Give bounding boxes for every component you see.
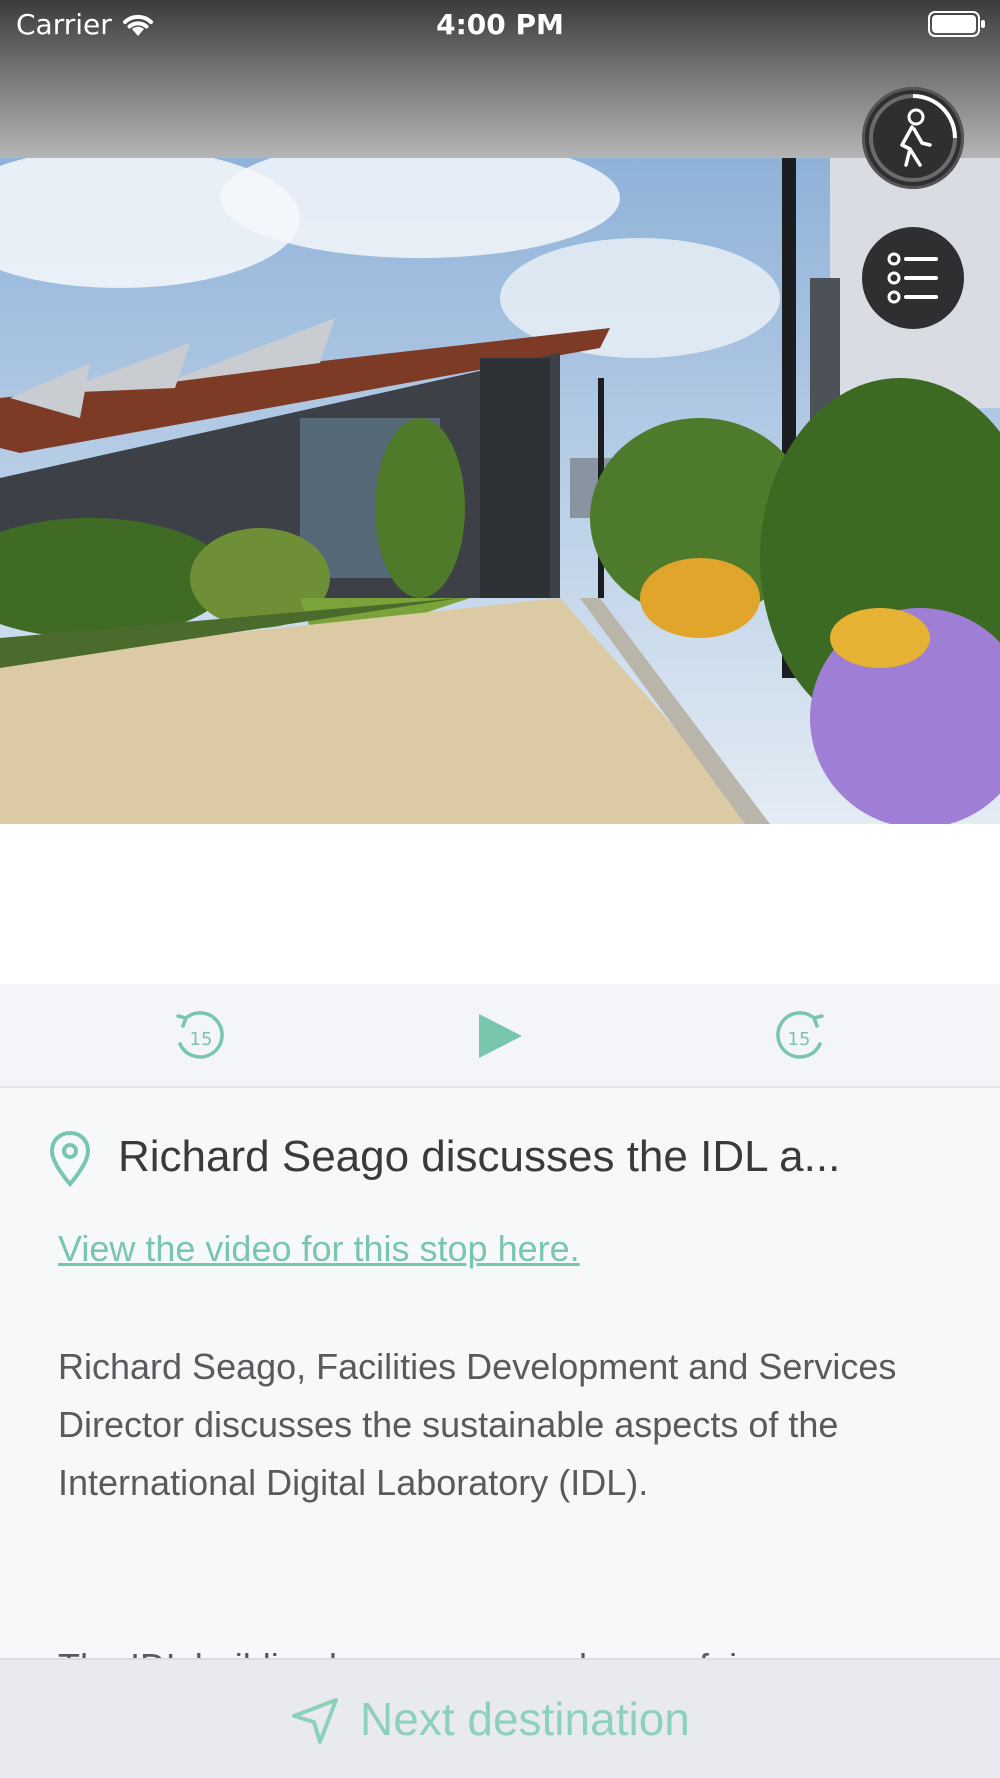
walking-tour-button[interactable]	[862, 87, 964, 189]
forward-seconds: 15	[788, 1029, 811, 1050]
forward-icon: 15	[776, 1011, 824, 1059]
clock: 4:00 PM	[436, 8, 564, 41]
play-icon	[479, 1014, 522, 1058]
walking-person-icon	[869, 94, 957, 182]
building-photo-illustration	[0, 158, 1000, 824]
forward-15-button[interactable]: 15	[770, 1006, 830, 1066]
next-destination-button[interactable]: Next destination	[0, 1658, 1000, 1778]
rewind-seconds: 15	[190, 1029, 213, 1050]
stop-description-continued: The IDL building has a green sedum roof,…	[58, 1638, 938, 1658]
building-photo	[0, 158, 1000, 824]
stop-details: Richard Seago discusses the IDL a... Vie…	[0, 1088, 1000, 1658]
next-destination-label: Next destination	[360, 1693, 690, 1745]
stop-title: Richard Seago discusses the IDL a...	[118, 1132, 841, 1181]
media-spacer	[0, 824, 1000, 984]
navigation-arrow-icon	[292, 1698, 338, 1744]
battery-icon	[928, 11, 985, 37]
audio-controls: 15 15	[0, 984, 1000, 1088]
stops-list-button[interactable]	[862, 227, 964, 329]
rewind-15-button[interactable]: 15	[170, 1006, 230, 1066]
stop-description: Richard Seago, Facilities Development an…	[58, 1346, 897, 1503]
video-link[interactable]: View the video for this stop here.	[58, 1228, 580, 1270]
list-icon	[887, 252, 938, 304]
status-bar: Carrier 4:00 PM	[0, 0, 1000, 158]
rewind-icon: 15	[176, 1011, 224, 1059]
location-pin-icon	[49, 1130, 91, 1187]
play-button[interactable]	[470, 1006, 530, 1066]
